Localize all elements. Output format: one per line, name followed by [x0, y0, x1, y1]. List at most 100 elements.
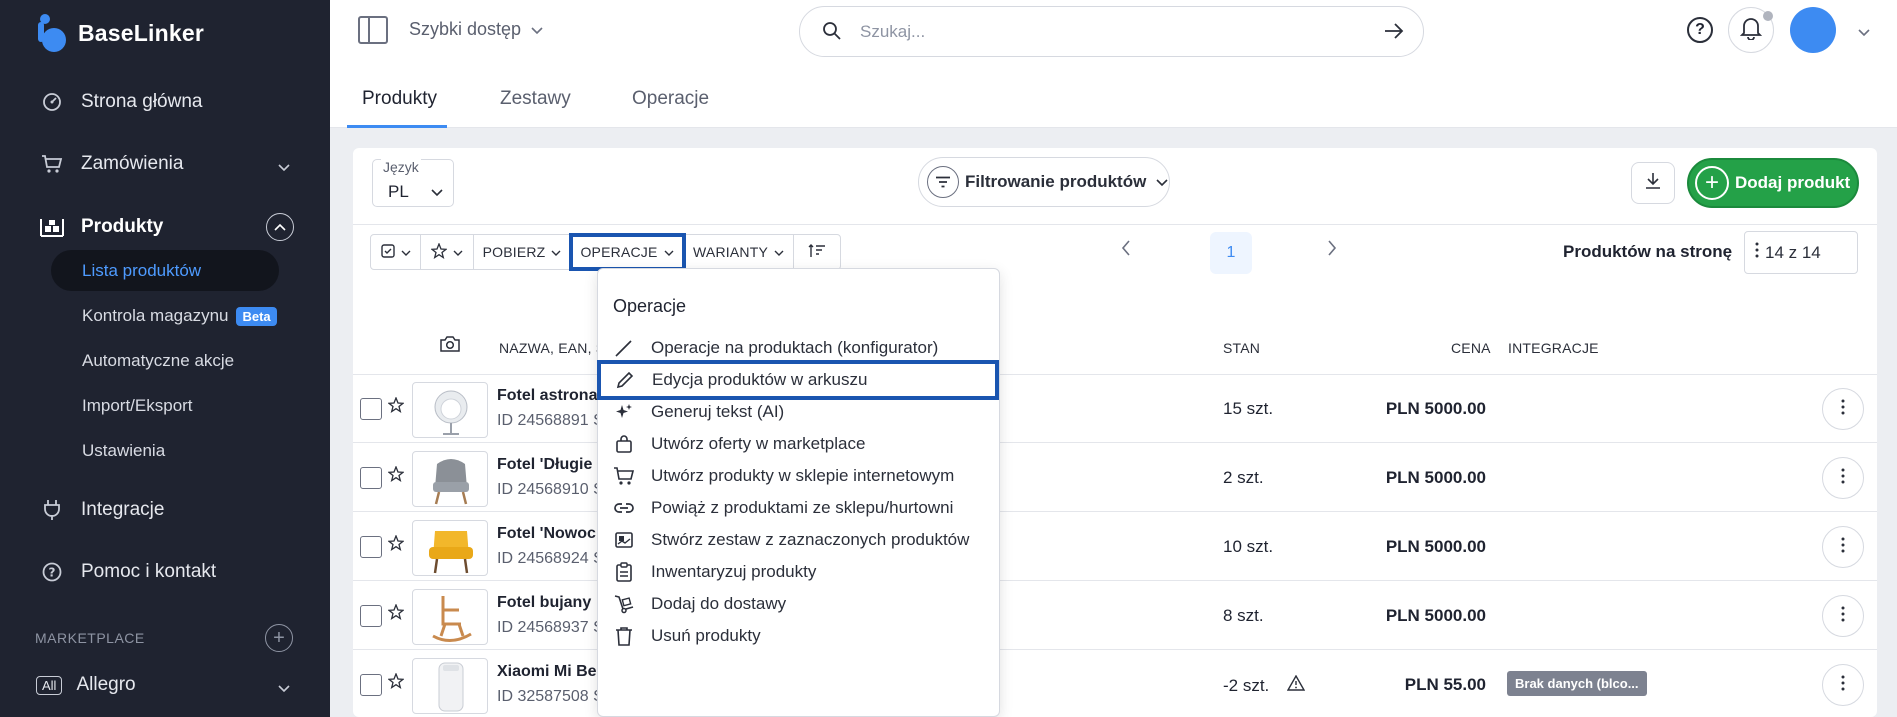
column-header-price[interactable]: CENA — [1451, 340, 1491, 356]
sidebar-subitem-label: Ustawienia — [82, 441, 166, 460]
sidebar-subitem-stock-control[interactable]: Kontrola magazynu Beta — [82, 306, 277, 326]
add-marketplace-button[interactable]: + — [265, 624, 293, 652]
sidebar-toggle-icon[interactable] — [358, 16, 388, 44]
next-page-button[interactable] — [1327, 240, 1337, 261]
menu-item-add-to-delivery[interactable]: Dodaj do dostawy — [598, 586, 1001, 622]
sidebar-subitem-automatic-actions[interactable]: Automatyczne akcje — [82, 351, 234, 371]
question-icon: ? — [1695, 21, 1705, 38]
row-actions-button[interactable] — [1822, 526, 1864, 568]
menu-item-create-shop-products[interactable]: Utwórz produkty w sklepie internetowym — [598, 458, 1001, 494]
product-name[interactable]: Xiaomi Mi Be — [497, 663, 597, 681]
menu-item-label: Stwórz zestaw z zaznaczonych produktów — [651, 530, 970, 549]
product-thumbnail[interactable] — [412, 451, 488, 507]
sidebar-item-integrations[interactable]: Integracje — [0, 488, 330, 532]
table-row[interactable]: Fotel astrona ID 24568891 S 15 szt. PLN … — [353, 375, 1877, 443]
previous-page-button[interactable] — [1121, 240, 1131, 261]
row-checkbox[interactable] — [360, 467, 382, 489]
row-checkbox[interactable] — [360, 605, 382, 627]
pencil-icon — [612, 336, 636, 360]
edit-pencil-icon — [613, 368, 637, 392]
product-id: ID 24568937 S — [497, 619, 604, 636]
product-thumbnail[interactable] — [412, 520, 488, 576]
filter-products-button[interactable]: Filtrowanie produktów — [918, 157, 1170, 207]
favorites-dropdown[interactable] — [421, 235, 474, 269]
vertical-dots-icon — [1841, 399, 1845, 420]
arrow-right-icon[interactable] — [1383, 21, 1405, 46]
sidebar-item-allegro[interactable]: All Allegro — [0, 663, 330, 707]
sort-button[interactable] — [794, 235, 840, 269]
operations-dropdown[interactable]: OPERACJE — [569, 233, 686, 271]
star-icon[interactable] — [387, 465, 405, 487]
menu-item-product-operations[interactable]: Operacje na produktach (konfigurator) — [598, 330, 1001, 366]
menu-item-inventory[interactable]: Inwentaryzuj produkty — [598, 554, 1001, 590]
tab-products[interactable]: Produkty — [362, 88, 437, 110]
sidebar-item-help[interactable]: ? Pomoc i kontakt — [0, 550, 330, 594]
product-thumbnail[interactable] — [412, 589, 488, 645]
product-name[interactable]: Fotel 'Długie — [497, 456, 592, 474]
star-icon[interactable] — [387, 672, 405, 694]
column-header-stock[interactable]: STAN — [1223, 340, 1260, 356]
table-row[interactable]: Fotel bujany ID 24568937 S 8 szt. PLN 50… — [353, 582, 1877, 650]
chevron-down-icon[interactable] — [1858, 24, 1870, 42]
menu-item-create-marketplace-offers[interactable]: Utwórz oferty w marketplace — [598, 426, 1001, 462]
row-checkbox[interactable] — [360, 674, 382, 696]
table-row[interactable]: Fotel 'Długie ID 24568910 S 2 szt. PLN 5… — [353, 444, 1877, 512]
stock-value: 8 szt. — [1223, 606, 1264, 625]
menu-item-link-products[interactable]: Powiąż z produktami ze sklepu/hurtowni — [598, 490, 1001, 526]
star-icon[interactable] — [387, 534, 405, 556]
sidebar-subitem-import-export[interactable]: Import/Eksport — [82, 396, 193, 416]
sidebar-item-label: Allegro — [76, 674, 136, 695]
divider — [353, 224, 1877, 225]
select-all-dropdown[interactable] — [371, 235, 421, 269]
sparkles-icon — [612, 400, 636, 424]
integration-badge[interactable]: Brak danych (blco... — [1507, 671, 1647, 696]
row-actions-button[interactable] — [1822, 664, 1864, 706]
user-avatar[interactable] — [1790, 7, 1836, 53]
product-name[interactable]: Fotel bujany — [497, 594, 591, 612]
star-icon[interactable] — [387, 396, 405, 418]
menu-item-delete-products[interactable]: Usuń produkty — [598, 618, 1001, 654]
sidebar-subitem-product-list[interactable]: Lista produktów — [82, 261, 201, 281]
row-actions-button[interactable] — [1822, 595, 1864, 637]
menu-item-create-bundle[interactable]: Stwórz zestaw z zaznaczonych produktów — [598, 522, 1001, 558]
product-thumbnail[interactable] — [412, 658, 488, 714]
menu-item-edit-in-spreadsheet[interactable]: Edycja produktów w arkuszu — [597, 360, 999, 400]
star-icon — [430, 241, 448, 262]
language-select[interactable]: Język PL — [372, 159, 454, 207]
column-header-name[interactable]: NAZWA, EAN, S — [499, 340, 605, 356]
menu-title: Operacje — [613, 296, 687, 316]
brand-logo[interactable]: BaseLinker — [38, 14, 204, 52]
row-actions-button[interactable] — [1822, 388, 1864, 430]
svg-text:?: ? — [49, 566, 56, 580]
tab-bundles[interactable]: Zestawy — [500, 88, 571, 110]
per-page-select[interactable]: 14 z 14 — [1744, 231, 1858, 274]
sidebar-item-home[interactable]: Strona główna — [0, 80, 330, 124]
chevron-up-icon[interactable] — [266, 213, 294, 241]
help-button[interactable]: ? — [1687, 17, 1713, 43]
add-product-button[interactable]: + Dodaj produkt — [1687, 158, 1859, 208]
product-thumbnail[interactable] — [412, 382, 488, 438]
tab-operations[interactable]: Operacje — [632, 88, 709, 110]
row-checkbox[interactable] — [360, 398, 382, 420]
row-checkbox[interactable] — [360, 536, 382, 558]
sidebar-item-products[interactable]: Produkty — [0, 205, 330, 249]
variants-dropdown[interactable]: WARIANTY — [684, 235, 794, 269]
download-icon — [1645, 172, 1661, 195]
product-name[interactable]: Fotel 'Nowoc — [497, 525, 596, 543]
current-page-number[interactable]: 1 — [1210, 232, 1252, 274]
vertical-dots-icon — [1841, 606, 1845, 627]
star-icon[interactable] — [387, 603, 405, 625]
quick-access-dropdown[interactable]: Szybki dostęp — [409, 19, 543, 40]
menu-item-generate-text-ai[interactable]: Generuj tekst (AI) — [598, 394, 1001, 430]
row-actions-button[interactable] — [1822, 457, 1864, 499]
sidebar-subitem-settings[interactable]: Ustawienia — [82, 441, 165, 461]
table-row[interactable]: Fotel 'Nowoc ID 24568924 S 10 szt. PLN 5… — [353, 513, 1877, 581]
chevron-down-icon — [664, 244, 674, 260]
table-row[interactable]: Xiaomi Mi Be ID 32587508 S -2 szt. PLN 5… — [353, 651, 1877, 717]
sidebar-item-orders[interactable]: Zamówienia — [0, 142, 330, 186]
export-download-button[interactable] — [1631, 162, 1675, 204]
per-page-label: Produktów na stronę — [1563, 242, 1733, 261]
download-dropdown[interactable]: POBIERZ — [474, 235, 571, 269]
search-input[interactable] — [860, 19, 1340, 45]
product-name[interactable]: Fotel astrona — [497, 387, 597, 405]
